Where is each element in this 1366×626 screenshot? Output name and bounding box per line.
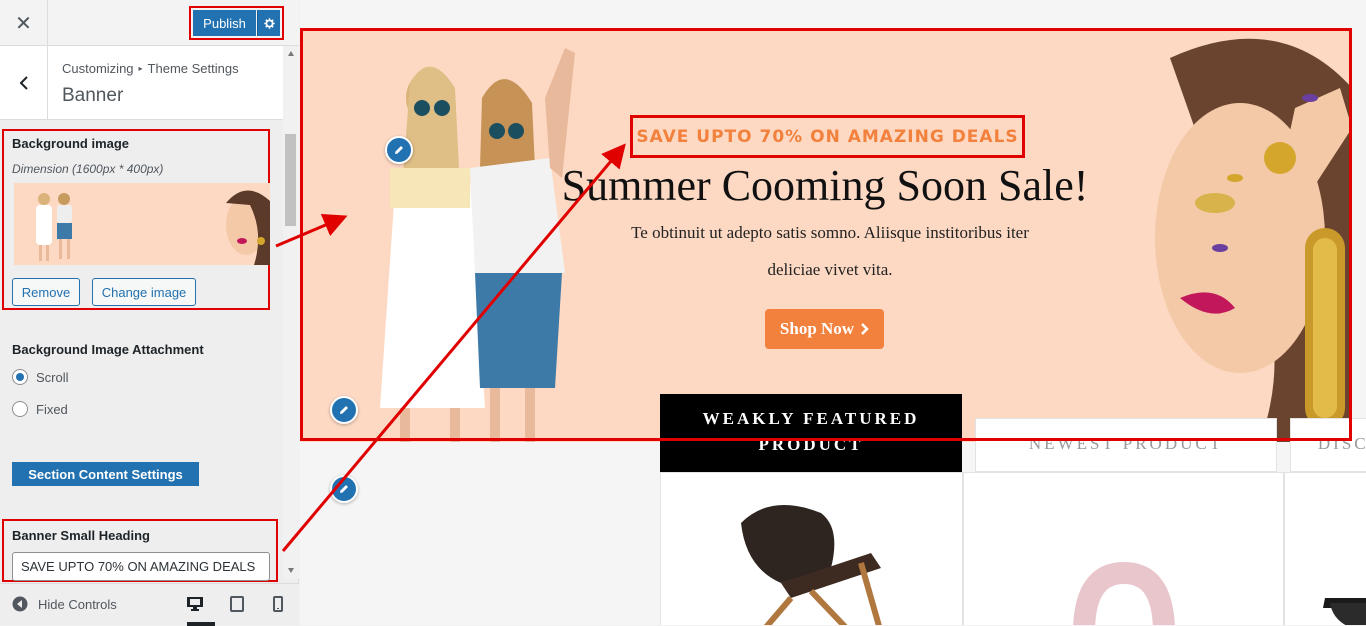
banner-small-heading-control: Banner Small Heading SAVE UPTO 70% ON AM… bbox=[2, 519, 278, 582]
banner-title: Summer Cooming Soon Sale! bbox=[561, 161, 1089, 210]
close-customizer-button[interactable]: ✕ bbox=[0, 0, 48, 46]
customizer-sidebar: ✕ Publish Customizing ▸ Theme Settings Ban… bbox=[0, 0, 299, 626]
customizer-header: ✕ Publish bbox=[0, 0, 299, 46]
customizer-footer: Hide Controls bbox=[0, 583, 299, 626]
publish-group: Publish bbox=[189, 6, 284, 40]
tab-newest-product[interactable]: NEWEST PRODUCT bbox=[975, 418, 1277, 472]
tablet-icon bbox=[230, 596, 244, 612]
tab-weakly-featured[interactable]: WEAKLY FEATURED PRODUCT bbox=[660, 394, 962, 472]
breadcrumb: Customizing ▸ Theme Settings bbox=[62, 61, 239, 76]
section-header: Customizing ▸ Theme Settings Banner bbox=[0, 46, 283, 120]
background-image-thumbnail[interactable] bbox=[14, 183, 270, 265]
close-icon: ✕ bbox=[15, 12, 32, 35]
section-title: Banner bbox=[62, 85, 124, 106]
remove-image-button[interactable]: Remove bbox=[12, 278, 80, 306]
tab-discounted-product[interactable]: DISCOUNTED PRODUCT bbox=[1290, 418, 1366, 472]
breadcrumb-parent: Customizing bbox=[62, 61, 134, 76]
dimension-note: Dimension (1600px * 400px) bbox=[12, 162, 164, 176]
shop-now-button[interactable]: Shop Now bbox=[765, 309, 884, 349]
sunglasses-image bbox=[1323, 598, 1366, 625]
radio-fixed[interactable] bbox=[12, 401, 28, 417]
edit-shortcut-banner[interactable] bbox=[385, 136, 413, 164]
product-card[interactable] bbox=[660, 472, 963, 625]
chevron-right-icon bbox=[861, 323, 869, 335]
publish-button[interactable]: Publish bbox=[193, 10, 256, 36]
chevron-left-icon bbox=[19, 75, 28, 90]
attachment-label: Background Image Attachment bbox=[12, 342, 204, 357]
preview-tablet-button[interactable] bbox=[227, 594, 247, 614]
scroll-down-icon[interactable] bbox=[288, 568, 294, 573]
back-button[interactable] bbox=[0, 46, 48, 119]
gear-icon bbox=[263, 17, 275, 29]
desktop-icon bbox=[187, 597, 203, 611]
hide-controls-button[interactable]: Hide Controls bbox=[12, 596, 117, 612]
collapse-icon bbox=[12, 596, 28, 612]
banner-description-line2: deliciae vivet vita. bbox=[767, 260, 893, 279]
banner-small-heading-input[interactable]: SAVE UPTO 70% ON AMAZING DEALS bbox=[12, 552, 270, 581]
banner-description-line1: Te obtinuit ut adepto satis somno. Aliis… bbox=[631, 223, 1029, 242]
mobile-icon bbox=[273, 596, 283, 612]
preview-desktop-button[interactable] bbox=[185, 594, 205, 614]
change-image-button[interactable]: Change image bbox=[92, 278, 196, 306]
radio-scroll[interactable] bbox=[12, 369, 28, 385]
shop-now-label: Shop Now bbox=[779, 319, 855, 338]
radio-scroll-label: Scroll bbox=[36, 370, 69, 385]
edit-shortcut-products[interactable] bbox=[330, 475, 358, 503]
radio-fixed-label: Fixed bbox=[36, 402, 68, 417]
product-card[interactable] bbox=[963, 472, 1284, 625]
breadcrumb-child: Theme Settings bbox=[147, 61, 239, 76]
banner-small-heading-highlight: SAVE UPTO 70% ON AMAZING DEALS bbox=[630, 115, 1025, 158]
chair-image bbox=[741, 505, 882, 625]
hide-controls-label: Hide Controls bbox=[38, 596, 117, 612]
scroll-up-icon[interactable] bbox=[288, 51, 294, 56]
preview-mobile-button[interactable] bbox=[268, 594, 288, 614]
active-device-indicator bbox=[187, 622, 215, 626]
breadcrumb-separator-icon: ▸ bbox=[138, 64, 143, 73]
pencil-icon bbox=[340, 485, 348, 493]
scrollbar-thumb[interactable] bbox=[285, 134, 296, 226]
pencil-icon bbox=[340, 406, 348, 414]
banner-small-heading: SAVE UPTO 70% ON AMAZING DEALS bbox=[636, 126, 1019, 147]
sidebar-scrollbar[interactable] bbox=[283, 46, 299, 579]
background-image-control: Background image Dimension (1600px * 400… bbox=[2, 129, 270, 310]
product-card[interactable] bbox=[1284, 472, 1366, 625]
edit-shortcut-tabs[interactable] bbox=[330, 396, 358, 424]
section-content-settings-button[interactable]: Section Content Settings bbox=[12, 462, 199, 486]
pencil-icon bbox=[395, 146, 403, 154]
background-image-label: Background image bbox=[12, 136, 130, 151]
headphones-image bbox=[1073, 561, 1175, 625]
publish-settings-button[interactable] bbox=[257, 10, 280, 36]
banner-small-heading-label: Banner Small Heading bbox=[12, 528, 150, 543]
